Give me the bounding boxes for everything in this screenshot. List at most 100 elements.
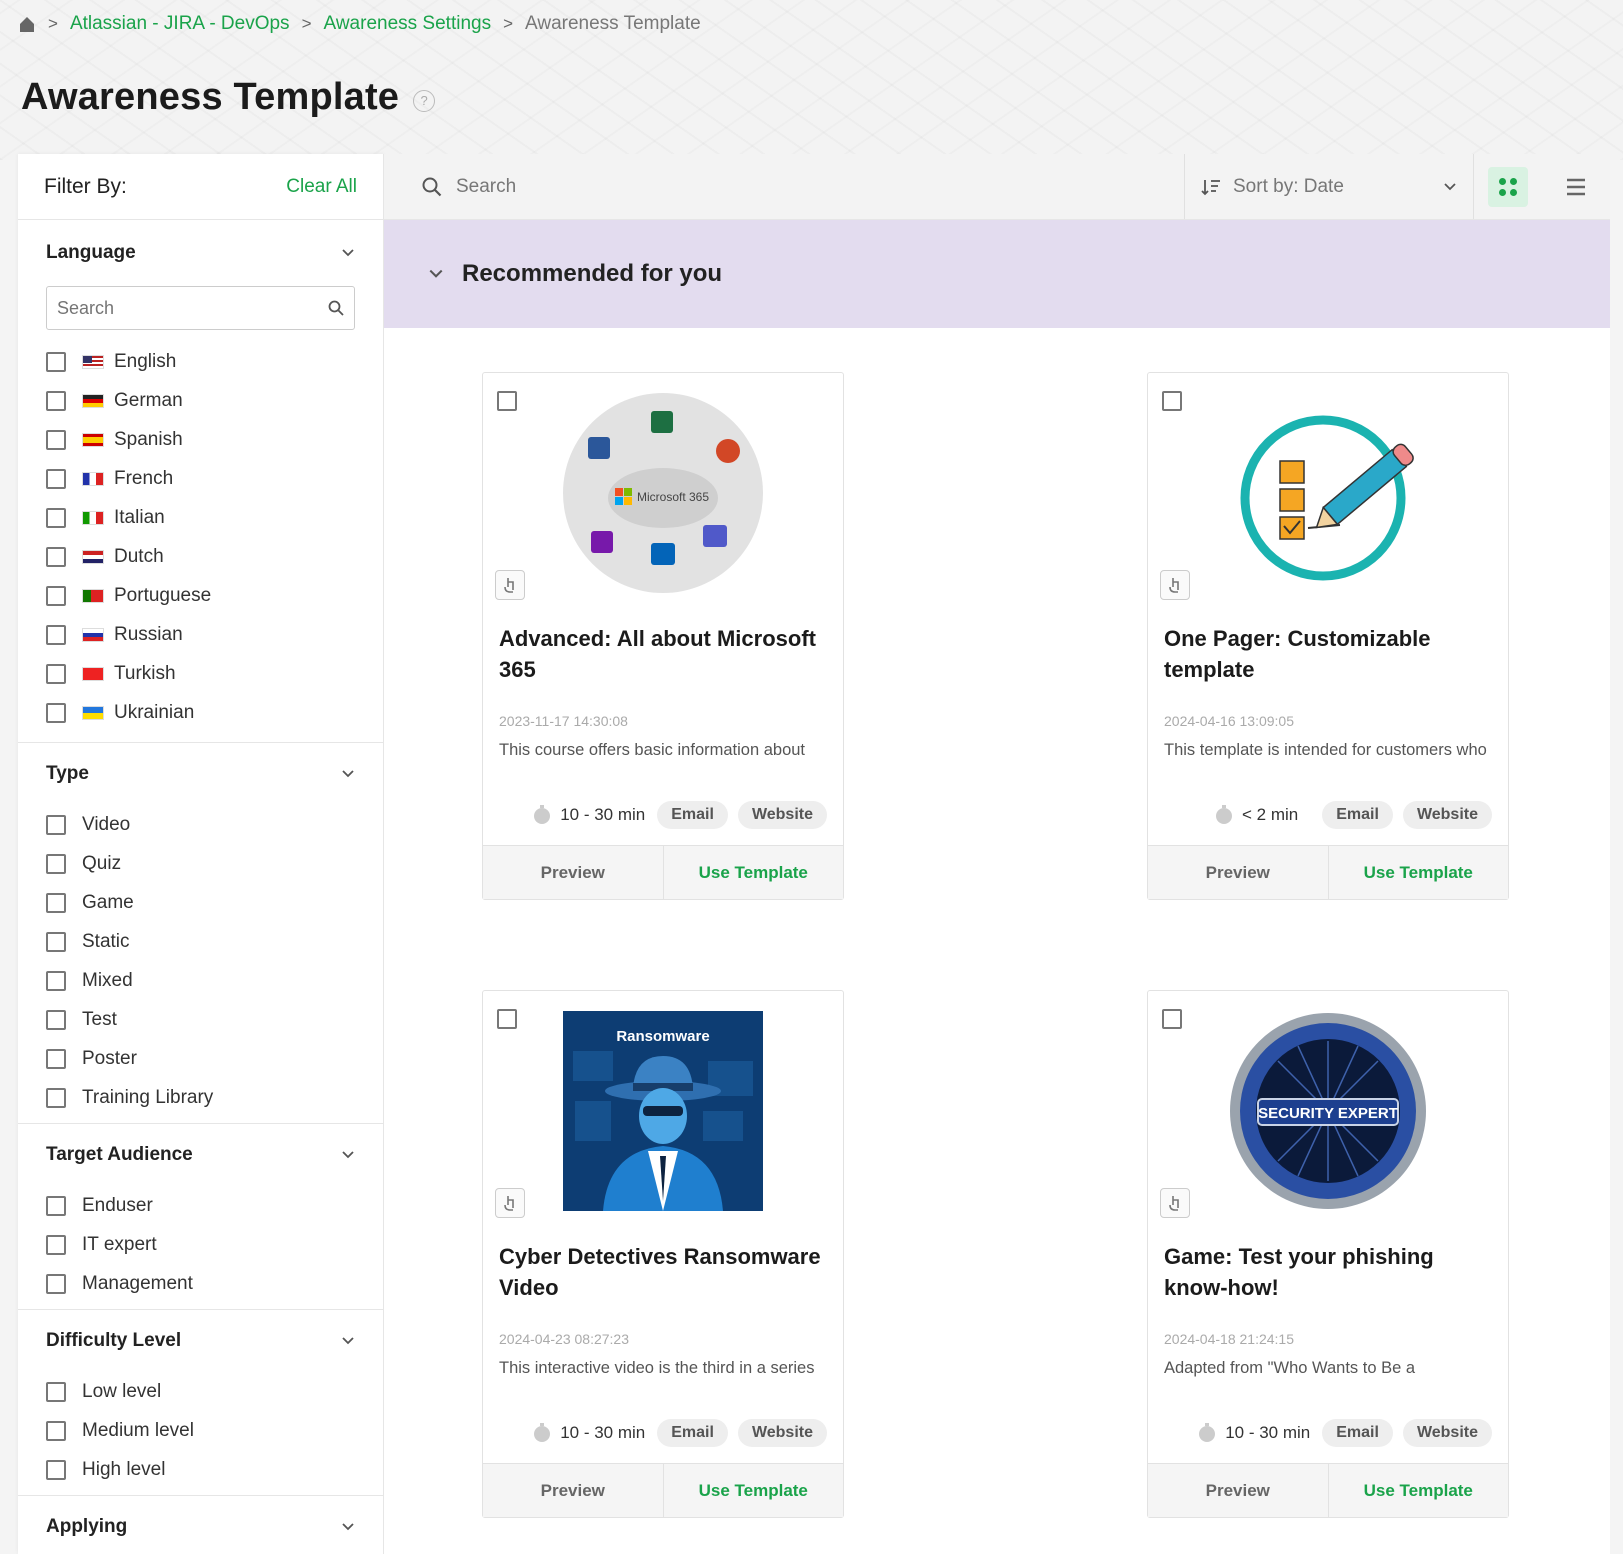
language-option-spanish[interactable]: Spanish bbox=[46, 420, 355, 459]
chevron-down-icon[interactable] bbox=[341, 1334, 355, 1348]
checkbox[interactable] bbox=[46, 507, 66, 528]
help-icon[interactable]: ? bbox=[413, 89, 436, 112]
breadcrumb-separator: > bbox=[301, 14, 312, 33]
card-checkbox[interactable] bbox=[1162, 1009, 1182, 1029]
filter-section-header[interactable]: Applying bbox=[46, 1496, 355, 1554]
card-description: This course offers basic information abo… bbox=[499, 741, 806, 759]
filter-section-header[interactable]: Language bbox=[46, 220, 355, 286]
clear-all-button[interactable]: Clear All bbox=[286, 176, 357, 198]
language-search-field[interactable] bbox=[46, 286, 355, 330]
language-option-turkish[interactable]: Turkish bbox=[46, 654, 355, 693]
chevron-down-icon[interactable] bbox=[341, 1520, 355, 1534]
language-option-italian[interactable]: Italian bbox=[46, 498, 355, 537]
checkbox[interactable] bbox=[46, 429, 66, 450]
list-view-button[interactable] bbox=[1556, 167, 1596, 207]
type-option-quiz[interactable]: Quiz bbox=[46, 844, 355, 883]
checkbox[interactable] bbox=[46, 1273, 66, 1294]
use-template-button[interactable]: Use Template bbox=[664, 846, 844, 899]
card-title[interactable]: One Pager: Customizable template bbox=[1164, 623, 1494, 685]
difficulty-option-high[interactable]: High level bbox=[46, 1450, 355, 1489]
language-option-russian[interactable]: Russian bbox=[46, 615, 355, 654]
template-search-field[interactable]: Search bbox=[384, 154, 1184, 219]
type-option-training-library[interactable]: Training Library bbox=[46, 1078, 355, 1117]
type-option-static[interactable]: Static bbox=[46, 922, 355, 961]
checkbox[interactable] bbox=[46, 1048, 66, 1069]
type-option-mixed[interactable]: Mixed bbox=[46, 961, 355, 1000]
checkbox[interactable] bbox=[46, 1459, 66, 1480]
use-template-button[interactable]: Use Template bbox=[1329, 846, 1509, 899]
checkbox[interactable] bbox=[46, 1420, 66, 1441]
checkbox[interactable] bbox=[46, 1009, 66, 1030]
type-option-game[interactable]: Game bbox=[46, 883, 355, 922]
tag-email: Email bbox=[657, 801, 728, 829]
checkbox[interactable] bbox=[46, 1087, 66, 1108]
use-template-button[interactable]: Use Template bbox=[664, 1464, 844, 1517]
language-option-portuguese[interactable]: Portuguese bbox=[46, 576, 355, 615]
checkbox[interactable] bbox=[46, 892, 66, 913]
checkbox[interactable] bbox=[46, 702, 66, 723]
chevron-down-icon[interactable] bbox=[341, 246, 355, 260]
breadcrumb-link-jira[interactable]: Atlassian - JIRA - DevOps bbox=[70, 13, 290, 35]
chevron-down-icon[interactable] bbox=[341, 1148, 355, 1162]
card-checkbox[interactable] bbox=[497, 391, 517, 411]
checkbox[interactable] bbox=[46, 663, 66, 684]
card-title[interactable]: Advanced: All about Microsoft 365 bbox=[499, 623, 829, 685]
checkbox[interactable] bbox=[46, 351, 66, 372]
chevron-down-icon[interactable] bbox=[341, 767, 355, 781]
use-template-button[interactable]: Use Template bbox=[1329, 1464, 1509, 1517]
card-checkbox[interactable] bbox=[1162, 391, 1182, 411]
preview-button[interactable]: Preview bbox=[483, 846, 664, 899]
checkbox[interactable] bbox=[46, 814, 66, 835]
tag-website: Website bbox=[737, 1419, 827, 1447]
option-label: Training Library bbox=[82, 1086, 214, 1108]
difficulty-option-medium[interactable]: Medium level bbox=[46, 1411, 355, 1450]
breadcrumb-link-awareness-settings[interactable]: Awareness Settings bbox=[324, 13, 492, 35]
language-option-ukrainian[interactable]: Ukrainian bbox=[46, 693, 355, 732]
chevron-down-icon[interactable] bbox=[428, 266, 444, 282]
template-search-placeholder[interactable]: Search bbox=[456, 176, 516, 198]
preview-button[interactable]: Preview bbox=[1148, 1464, 1329, 1517]
filter-section-label: Applying bbox=[46, 1516, 128, 1537]
checkbox[interactable] bbox=[46, 1234, 66, 1255]
card-title[interactable]: Game: Test your phishing know-how! bbox=[1164, 1241, 1494, 1303]
type-option-poster[interactable]: Poster bbox=[46, 1039, 355, 1078]
checkbox[interactable] bbox=[46, 931, 66, 952]
filter-section-header[interactable]: Difficulty Level bbox=[46, 1310, 355, 1372]
duration: 10 - 30 min bbox=[532, 805, 645, 825]
recommended-section-title: Recommended for you bbox=[462, 260, 723, 287]
language-option-dutch[interactable]: Dutch bbox=[46, 537, 355, 576]
language-search-input[interactable] bbox=[57, 297, 327, 319]
microsoft-365-thumbnail: Microsoft 365 bbox=[563, 393, 763, 593]
language-option-german[interactable]: German bbox=[46, 381, 355, 420]
filter-section-header[interactable]: Type bbox=[46, 743, 355, 805]
recommended-section-header[interactable]: Recommended for you bbox=[384, 220, 1610, 328]
type-option-video[interactable]: Video bbox=[46, 805, 355, 844]
home-icon[interactable] bbox=[18, 15, 36, 33]
checkbox[interactable] bbox=[46, 853, 66, 874]
language-option-french[interactable]: French bbox=[46, 459, 355, 498]
grid-view-button[interactable] bbox=[1488, 166, 1528, 207]
checkbox[interactable] bbox=[46, 1195, 66, 1216]
duration-text: < 2 min bbox=[1242, 805, 1299, 824]
checkbox[interactable] bbox=[46, 546, 66, 567]
checkbox[interactable] bbox=[46, 585, 66, 606]
type-option-test[interactable]: Test bbox=[46, 1000, 355, 1039]
difficulty-option-low[interactable]: Low level bbox=[46, 1372, 355, 1411]
audience-option-management[interactable]: Management bbox=[46, 1264, 355, 1303]
card-title[interactable]: Cyber Detectives Ransomware Video bbox=[499, 1241, 829, 1303]
checkbox[interactable] bbox=[46, 468, 66, 489]
filter-section-header[interactable]: Target Audience bbox=[46, 1124, 355, 1186]
checkbox[interactable] bbox=[46, 970, 66, 991]
sort-dropdown[interactable]: Sort by: Date bbox=[1184, 154, 1474, 219]
preview-button[interactable]: Preview bbox=[483, 1464, 664, 1517]
card-checkbox[interactable] bbox=[497, 1009, 517, 1029]
checkbox[interactable] bbox=[46, 1381, 66, 1402]
checkbox[interactable] bbox=[46, 624, 66, 645]
breadcrumb: > Atlassian - JIRA - DevOps > Awareness … bbox=[18, 12, 701, 36]
preview-button[interactable]: Preview bbox=[1148, 846, 1329, 899]
checkbox[interactable] bbox=[46, 390, 66, 411]
list-icon bbox=[1567, 178, 1585, 195]
audience-option-it-expert[interactable]: IT expert bbox=[46, 1225, 355, 1264]
audience-option-enduser[interactable]: Enduser bbox=[46, 1186, 355, 1225]
language-option-english[interactable]: English bbox=[46, 342, 355, 381]
